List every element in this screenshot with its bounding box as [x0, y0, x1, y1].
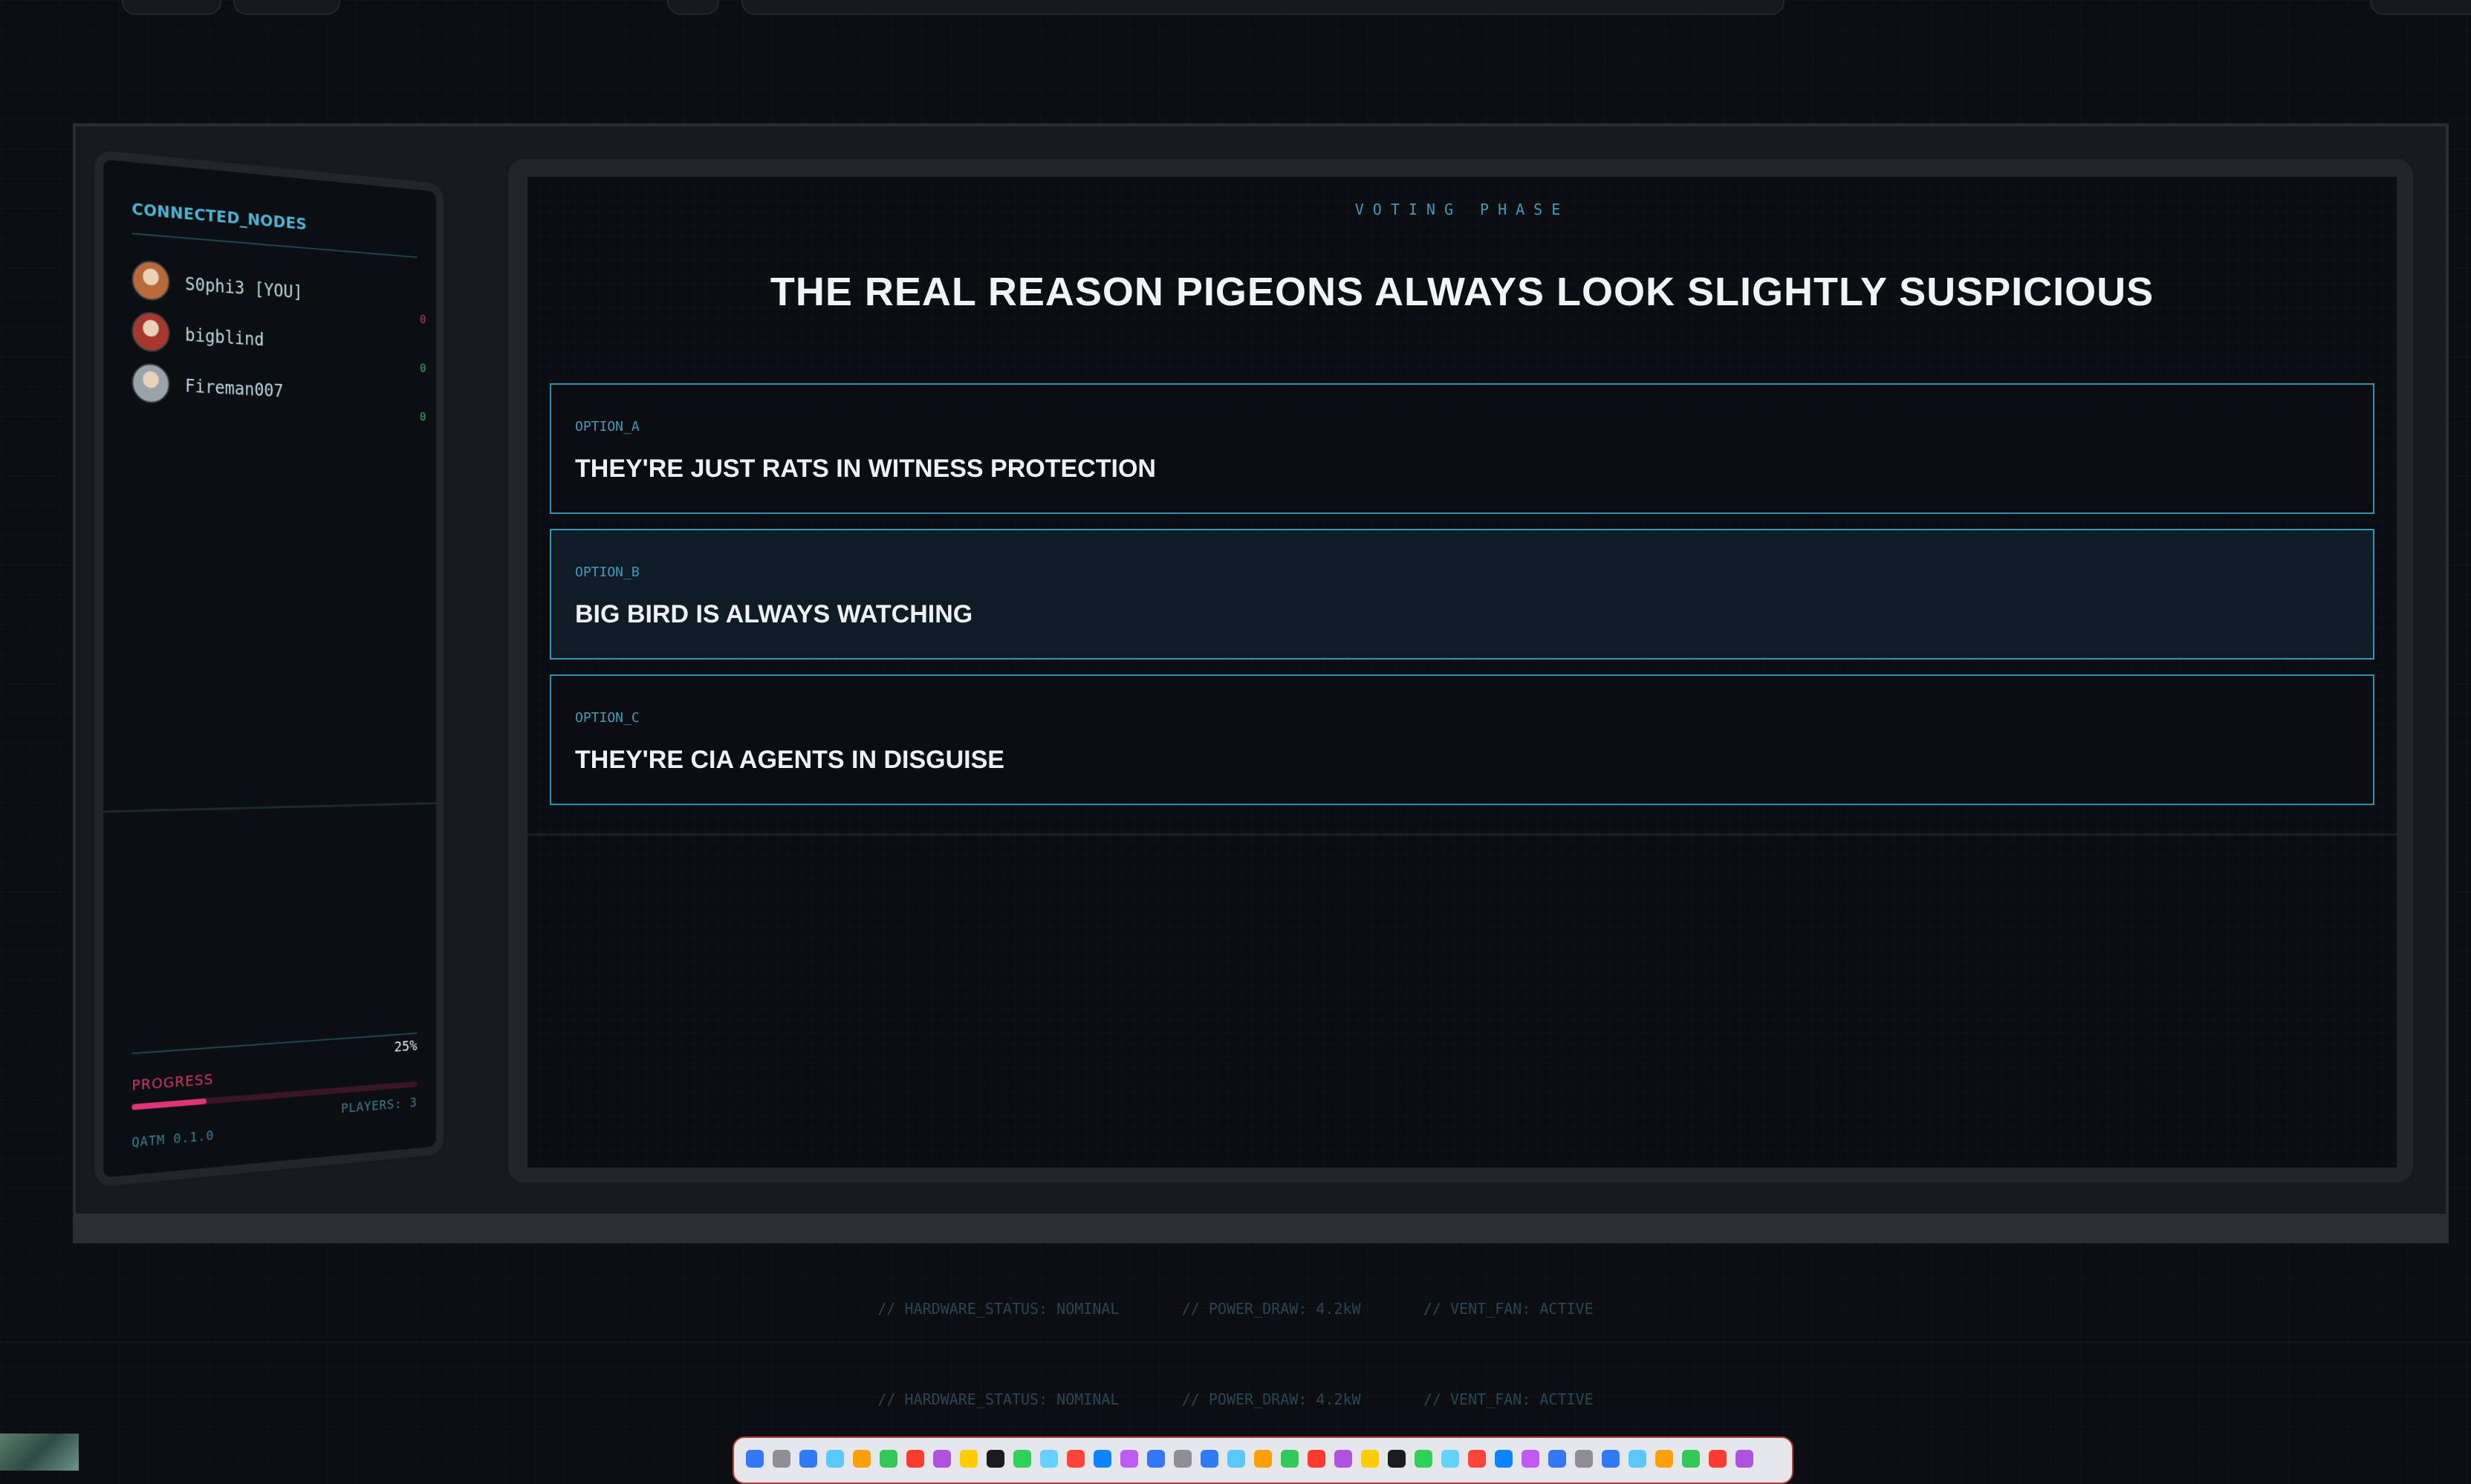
dock-app-icon[interactable] [1495, 1450, 1513, 1468]
cabinet-bottom-bezel [73, 1214, 2449, 1243]
player-sidebar: CONNECTED_NODES S0phi3 [YOU] 0 bigblind … [94, 149, 444, 1188]
dock-app-icon[interactable] [1548, 1450, 1566, 1468]
dock-app-icon[interactable] [1281, 1450, 1299, 1468]
dock-app-icon[interactable] [1013, 1450, 1031, 1468]
option-id: OPTION_B [575, 564, 640, 580]
dock-app-icon[interactable] [880, 1450, 897, 1468]
players-count: PLAYERS: 3 [340, 1095, 418, 1117]
dock-app-icon[interactable] [1361, 1450, 1379, 1468]
dock-app-icon[interactable] [826, 1450, 844, 1468]
dock-app-icon[interactable] [1682, 1450, 1700, 1468]
dock-app-icon[interactable] [1174, 1450, 1192, 1468]
dock-app-icon[interactable] [933, 1450, 951, 1468]
progress-percent: 25% [394, 1036, 418, 1055]
player-name: S0phi3 [YOU] [185, 273, 303, 303]
dock-app-icon[interactable] [1415, 1450, 1432, 1468]
option-text: THEY'RE JUST RATS IN WITNESS PROTECTION [575, 455, 1156, 483]
dock-app-icon[interactable] [1147, 1450, 1165, 1468]
dock-app-icon[interactable] [1067, 1450, 1085, 1468]
sidebar-title-rule [131, 232, 418, 258]
option-id: OPTION_C [575, 710, 640, 726]
browser-forward-button[interactable] [233, 0, 340, 15]
dock-app-icon[interactable] [1629, 1450, 1646, 1468]
status-separator [0, 1341, 2471, 1343]
phase-label: VOTING PHASE [1354, 201, 1570, 218]
dock-app-icon[interactable] [1522, 1450, 1539, 1468]
dock-app-icon[interactable] [799, 1450, 817, 1468]
version-label: QATM 0.1.0 [131, 1127, 215, 1151]
dock-app-icon[interactable] [1575, 1450, 1593, 1468]
player-avatar [131, 362, 170, 405]
progress-bar-fill [131, 1098, 207, 1110]
dock-app-icon[interactable] [987, 1450, 1004, 1468]
player-score: 0 [420, 409, 426, 424]
player-score: 0 [420, 312, 426, 327]
hardware-status-line: // HARDWARE_STATUS: NOMINAL // POWER_DRA… [877, 1300, 1594, 1318]
dock-app-icon[interactable] [906, 1450, 924, 1468]
option-b-button[interactable]: OPTION_B BIG BIRD IS ALWAYS WATCHING [550, 529, 2374, 660]
dock-app-icon[interactable] [1040, 1450, 1058, 1468]
dock-app-icon[interactable] [1441, 1450, 1459, 1468]
dock-app-icon[interactable] [1201, 1450, 1218, 1468]
sidebar-footer-rule [131, 1032, 418, 1055]
macos-dock [733, 1436, 1793, 1484]
dock-app-icon[interactable] [1120, 1450, 1138, 1468]
player-avatar [131, 310, 170, 354]
dock-app-icon[interactable] [853, 1450, 871, 1468]
player-name: bigblind [185, 325, 264, 351]
desktop-thumbnail[interactable] [0, 1433, 79, 1471]
sidebar-title: CONNECTED_NODES [131, 200, 308, 234]
player-avatar [131, 259, 170, 302]
dock-app-icon[interactable] [1709, 1450, 1727, 1468]
dock-app-icon[interactable] [1388, 1450, 1406, 1468]
browser-back-button[interactable] [122, 0, 221, 15]
dock-app-icon[interactable] [1334, 1450, 1352, 1468]
option-id: OPTION_A [575, 419, 640, 435]
dock-app-icon[interactable] [960, 1450, 978, 1468]
dock-app-icon[interactable] [1468, 1450, 1486, 1468]
question-title: THE REAL REASON PIGEONS ALWAYS LOOK SLIG… [770, 270, 2155, 314]
player-score: 0 [420, 361, 426, 375]
browser-menu-button[interactable] [2370, 0, 2471, 15]
player-row: Fireman007 0 [131, 362, 426, 424]
player-name: Fireman007 [185, 375, 284, 402]
dock-app-icon[interactable] [746, 1450, 764, 1468]
dock-app-icon[interactable] [1227, 1450, 1245, 1468]
option-c-button[interactable]: OPTION_C THEY'RE CIA AGENTS IN DISGUISE [550, 674, 2374, 805]
sidebar-screen: CONNECTED_NODES S0phi3 [YOU] 0 bigblind … [83, 134, 458, 1218]
dock-app-icon[interactable] [1094, 1450, 1111, 1468]
sidebar-divider [103, 802, 436, 813]
hardware-status-line-repeat: // HARDWARE_STATUS: NOMINAL // POWER_DRA… [877, 1390, 1594, 1408]
dock-app-icon[interactable] [1735, 1450, 1753, 1468]
dock-app-icon[interactable] [1308, 1450, 1325, 1468]
browser-reload-button[interactable] [667, 0, 719, 15]
browser-address-bar[interactable] [741, 0, 1785, 15]
main-screen: VOTING PHASE THE REAL REASON PIGEONS ALW… [527, 177, 2397, 1168]
dock-app-icon[interactable] [1254, 1450, 1272, 1468]
option-text: THEY'RE CIA AGENTS IN DISGUISE [575, 746, 1004, 774]
dock-app-icon[interactable] [773, 1450, 790, 1468]
dock-app-icon[interactable] [1655, 1450, 1673, 1468]
option-a-button[interactable]: OPTION_A THEY'RE JUST RATS IN WITNESS PR… [550, 383, 2374, 514]
progress-label: PROGRESS [131, 1070, 214, 1094]
dock-app-icon[interactable] [1602, 1450, 1620, 1468]
option-text: BIG BIRD IS ALWAYS WATCHING [575, 600, 973, 628]
main-divider [527, 833, 2397, 836]
